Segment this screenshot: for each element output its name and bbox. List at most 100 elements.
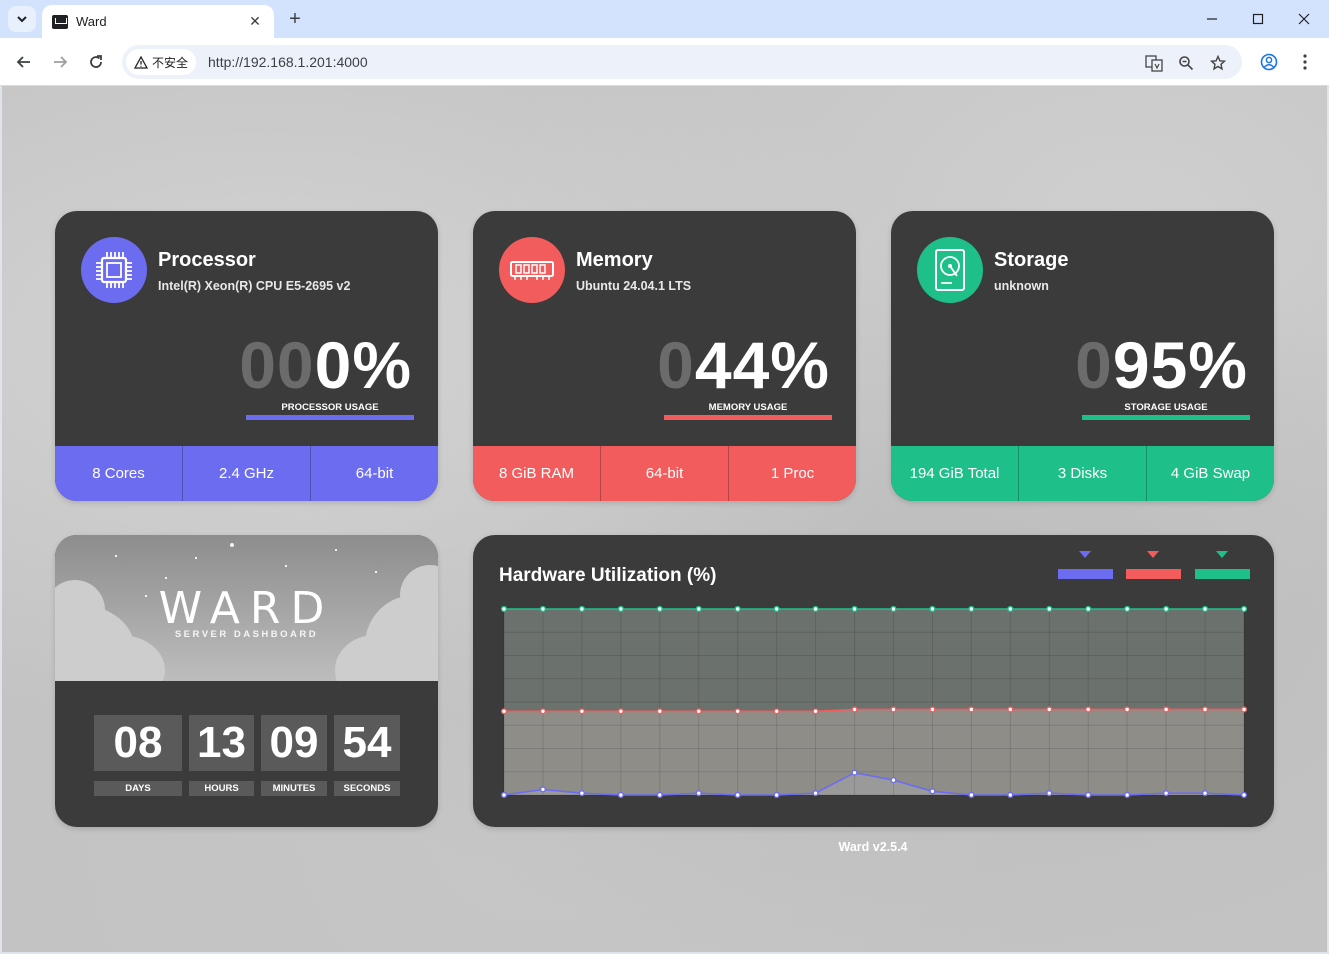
uptime-hours-label: HOURS — [189, 781, 254, 796]
menu-button[interactable] — [1291, 48, 1319, 76]
security-chip[interactable]: 不安全 — [126, 49, 197, 75]
close-window-button[interactable] — [1281, 0, 1327, 38]
tab-search-button[interactable] — [8, 6, 36, 32]
series-2-point — [617, 605, 624, 613]
series-1-point — [1085, 706, 1092, 713]
legend-memory[interactable] — [1126, 551, 1181, 579]
cpu-icon — [81, 237, 147, 303]
processor-cores: 8 Cores — [92, 465, 145, 482]
profile-button[interactable] — [1255, 48, 1283, 76]
series-2-point — [929, 605, 936, 613]
series-2-point — [695, 605, 702, 613]
series-2-point — [1124, 605, 1131, 613]
series-2-point — [1240, 605, 1248, 613]
series-0-point — [1240, 791, 1248, 799]
uptime-days-label: DAYS — [94, 781, 182, 796]
utilization-chart — [500, 605, 1248, 799]
series-1-point — [968, 706, 975, 713]
minimize-button[interactable] — [1189, 0, 1235, 38]
back-button[interactable] — [10, 48, 38, 76]
ward-logo-subtitle: SERVER DASHBOARD — [174, 629, 319, 640]
browser-tab-bar: Ward ✕ + — [0, 0, 1329, 38]
version-footer: Ward v2.5.4 — [838, 840, 908, 854]
uptime-seconds-label: SECONDS — [334, 781, 400, 796]
tab-title: Ward — [76, 14, 107, 29]
maximize-button[interactable] — [1235, 0, 1281, 38]
series-2-point — [1163, 605, 1170, 613]
series-0-point — [1085, 791, 1092, 799]
processor-title: Processor — [158, 249, 256, 271]
maximize-icon — [1252, 13, 1264, 25]
translate-icon[interactable] — [1144, 53, 1164, 73]
series-1-point — [617, 708, 624, 715]
series-0-point — [1163, 790, 1170, 797]
series-0-point — [656, 791, 663, 799]
storage-total: 194 GiB Total — [909, 465, 1000, 482]
series-1-point — [734, 708, 741, 715]
series-0-point — [578, 790, 585, 797]
forward-button[interactable] — [46, 48, 74, 76]
series-2-point — [1201, 605, 1209, 613]
memory-ram: 8 GiB RAM — [498, 465, 574, 482]
series-1-point — [1007, 706, 1014, 713]
close-tab-icon[interactable]: ✕ — [246, 13, 264, 30]
series-0-point — [734, 791, 741, 799]
processor-usage-percent: 0% — [314, 328, 412, 402]
series-1-point — [812, 708, 819, 715]
legend-processor-swatch — [1058, 569, 1113, 579]
memory-usage-padding: 0 — [657, 328, 695, 402]
series-1-point — [695, 708, 702, 715]
series-2-point — [656, 605, 663, 613]
security-label: 不安全 — [152, 55, 189, 70]
uptime-card: WARD SERVER DASHBOARD 08 13 09 54 DAYS H… — [55, 535, 438, 827]
legend-storage-swatch — [1195, 569, 1250, 579]
ram-icon — [499, 237, 565, 303]
memory-os: Ubuntu 24.04.1 LTS — [576, 279, 692, 293]
legend-processor-arrow-icon — [1079, 551, 1091, 558]
uptime-seconds-value: 54 — [334, 715, 400, 771]
storage-stats: 194 GiB Total 3 Disks 4 GiB Swap — [891, 446, 1274, 501]
reload-button[interactable] — [82, 48, 110, 76]
bookmark-star-icon[interactable] — [1208, 53, 1228, 73]
legend-storage[interactable] — [1195, 551, 1250, 579]
series-0-point — [812, 790, 819, 797]
zoom-icon[interactable] — [1176, 53, 1196, 73]
series-2-point — [539, 605, 547, 613]
series-0-point — [1124, 791, 1131, 799]
series-0-point — [539, 786, 547, 793]
storage-usage-underline — [1082, 415, 1250, 420]
series-1-point — [1201, 706, 1209, 713]
memory-usage-label: MEMORY USAGE — [708, 402, 788, 413]
series-2-point — [890, 605, 897, 613]
address-bar[interactable]: 不安全 http://192.168.1.201:4000 — [122, 45, 1242, 79]
url-text[interactable]: http://192.168.1.201:4000 — [208, 54, 368, 70]
processor-usage-value: 000% — [239, 329, 412, 401]
storage-disks: 3 Disks — [1018, 446, 1146, 501]
series-1-point — [1163, 706, 1170, 713]
memory-title: Memory — [576, 249, 653, 271]
browser-tab[interactable]: Ward ✕ — [42, 5, 274, 38]
chevron-down-icon — [17, 16, 27, 23]
series-1-point — [851, 706, 858, 713]
series-2-point — [734, 605, 741, 613]
close-icon — [1298, 13, 1310, 25]
series-2-point — [500, 605, 508, 613]
uptime-hours-value: 13 — [189, 715, 254, 771]
ward-banner: WARD SERVER DASHBOARD — [55, 535, 438, 681]
series-0-point — [695, 790, 702, 797]
processor-usage-padding: 00 — [239, 328, 315, 402]
memory-usage-value: 044% — [657, 329, 830, 401]
memory-arch: 64-bit — [600, 446, 728, 501]
storage-card: Storage unknown 095% STORAGE USAGE 194 G… — [891, 211, 1274, 501]
storage-subtitle: unknown — [994, 279, 1049, 293]
processor-clock: 2.4 GHz — [182, 446, 310, 501]
uptime-minutes-label: MINUTES — [261, 781, 327, 796]
series-2-point — [812, 605, 819, 613]
series-2-point — [851, 605, 858, 613]
processor-usage-underline — [246, 415, 414, 420]
new-tab-button[interactable]: + — [284, 8, 306, 30]
legend-storage-arrow-icon — [1216, 551, 1228, 558]
processor-arch: 64-bit — [310, 446, 438, 501]
legend-processor[interactable] — [1058, 551, 1113, 579]
processor-stats: 8 Cores 2.4 GHz 64-bit — [55, 446, 438, 501]
